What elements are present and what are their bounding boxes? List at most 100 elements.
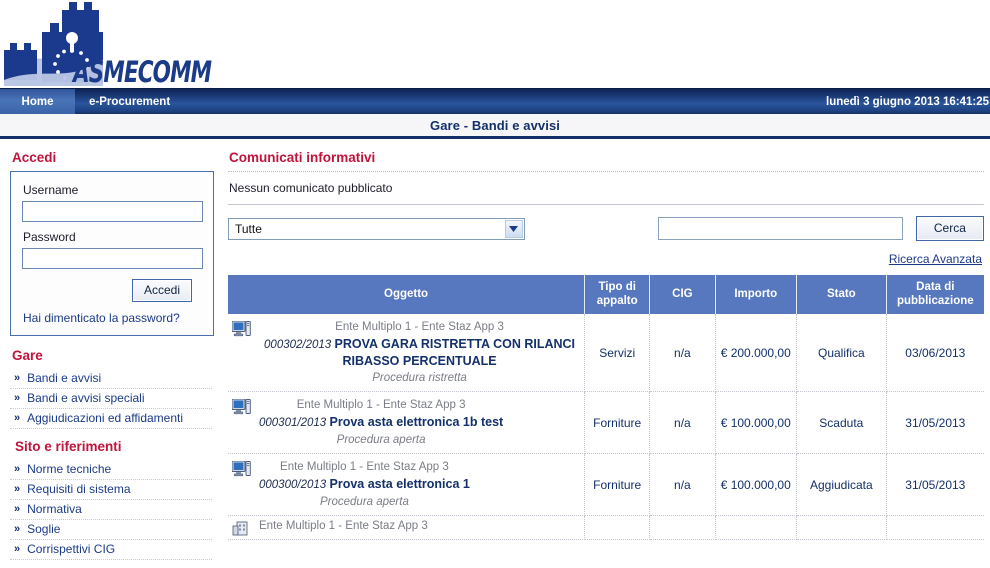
cell-tipo: Forniture	[584, 453, 651, 517]
page-title: Gare - Bandi e avvisi	[430, 117, 560, 133]
cell-tipo: Forniture	[584, 391, 651, 455]
monitor-tower-icon	[231, 320, 251, 340]
column-header-stato[interactable]: Stato	[796, 275, 887, 314]
nav-tab-eprocurement[interactable]: e-Procurement	[75, 89, 184, 114]
building-icon	[232, 520, 251, 539]
advanced-search-row: Ricerca Avanzata	[228, 252, 984, 266]
divider-solid	[228, 204, 984, 205]
sidebar-item-label: Bandi e avvisi speciali	[27, 391, 145, 405]
cell-cig: n/a	[649, 453, 716, 517]
chevron-right-icon: »	[14, 392, 21, 404]
sidebar: Accedi Username Password Accedi Hai dime…	[0, 139, 222, 564]
asmecomm-logo[interactable]: ASMECOMM	[4, 2, 212, 89]
row-title[interactable]: Prova asta elettronica 1b test	[330, 415, 504, 429]
table-row[interactable]: Ente Multiplo 1 - Ente Staz App 3 000301…	[228, 391, 984, 455]
cell-stato: Scaduta	[796, 391, 887, 455]
column-header-oggetto[interactable]: Oggetto	[228, 275, 586, 314]
sidebar-item-label: Aggiudicazioni ed affidamenti	[27, 411, 184, 425]
chevron-right-icon: »	[14, 463, 21, 475]
sidebar-item-label: Norme tecniche	[27, 462, 112, 476]
row-ente: Ente Multiplo 1 - Ente Staz App 3	[296, 399, 466, 412]
cell-oggetto[interactable]: Ente Multiplo 1 - Ente Staz App 3 000300…	[228, 453, 586, 517]
sidebar-item-bandi-e-avvisi-speciali[interactable]: » Bandi e avvisi speciali	[10, 389, 212, 409]
chevron-right-icon: »	[14, 523, 21, 535]
filter-select[interactable]: Tutte	[228, 217, 525, 240]
table-row[interactable]: Ente Multiplo 1 - Ente Staz App 3	[228, 515, 984, 541]
forgot-password-link[interactable]: Hai dimenticato la password?	[23, 311, 202, 325]
chevron-right-icon: »	[14, 503, 21, 515]
column-header-data-di-pubblicazione[interactable]: Data di pubblicazione	[886, 275, 984, 314]
search-input[interactable]	[657, 217, 903, 240]
advanced-search-link[interactable]: Ricerca Avanzata	[889, 252, 982, 266]
sidebar-item-aggiudicazioni-ed-affidamenti[interactable]: » Aggiudicazioni ed affidamenti	[10, 409, 212, 429]
cell-data: 31/05/2013	[886, 453, 984, 517]
cell-tipo	[584, 515, 651, 541]
divider-dotted	[228, 171, 984, 172]
sidebar-item-norme-tecniche[interactable]: » Norme tecniche	[10, 460, 212, 480]
cell-oggetto[interactable]: Ente Multiplo 1 - Ente Staz App 3 000302…	[228, 313, 586, 393]
cell-importo: € 100.000,00	[715, 453, 797, 517]
login-submit-button[interactable]: Accedi	[131, 279, 192, 302]
sidebar-item-requisiti-di-sistema[interactable]: » Requisiti di sistema	[10, 480, 212, 500]
row-title[interactable]: Prova asta elettronica 1	[330, 477, 470, 491]
row-ente: Ente Multiplo 1 - Ente Staz App 3	[259, 520, 428, 533]
sidebar-item-corrispettivi-cig[interactable]: » Corrispettivi CIG	[10, 540, 212, 560]
cell-oggetto[interactable]: Ente Multiplo 1 - Ente Staz App 3 000301…	[228, 391, 586, 455]
sidebar-item-soglie[interactable]: » Soglie	[10, 520, 212, 540]
nav-datetime: lunedì 3 giugno 2013 16:41:25	[826, 95, 989, 108]
column-header-cig[interactable]: CIG	[649, 275, 716, 314]
page-title-bar: Gare - Bandi e avvisi	[0, 114, 990, 139]
table-row[interactable]: Ente Multiplo 1 - Ente Staz App 3 000300…	[228, 453, 984, 517]
cell-importo: € 100.000,00	[715, 391, 797, 455]
row-title[interactable]: PROVA GARA RISTRETTA CON RILANCI RIBASSO…	[335, 337, 576, 368]
cell-oggetto[interactable]: Ente Multiplo 1 - Ente Staz App 3	[228, 515, 586, 541]
nav-tab-home[interactable]: Home	[0, 89, 75, 114]
sidebar-item-bandi-e-avvisi[interactable]: » Bandi e avvisi	[10, 369, 212, 389]
sidebar-item-label: Normativa	[27, 502, 82, 516]
row-code: 000301/2013	[259, 417, 327, 430]
table-header-row: Oggetto Tipo di appalto CIG Importo Stat…	[228, 275, 984, 314]
search-button[interactable]: Cerca	[915, 216, 984, 241]
column-header-importo[interactable]: Importo	[715, 275, 797, 314]
row-ente: Ente Multiplo 1 - Ente Staz App 3	[280, 461, 449, 474]
sidebar-item-label: Corrispettivi CIG	[27, 542, 116, 556]
tenders-table: Oggetto Tipo di appalto CIG Importo Stat…	[228, 275, 984, 541]
chevron-right-icon: »	[14, 483, 21, 495]
main-content: Comunicati informativi Nessun comunicato…	[222, 139, 990, 564]
comunicati-empty-message: Nessun comunicato pubblicato	[229, 181, 393, 195]
username-input[interactable]	[22, 201, 203, 222]
cell-importo	[715, 515, 797, 541]
cell-stato	[796, 515, 887, 541]
sidebar-item-label: Bandi e avvisi	[27, 371, 102, 385]
login-button-row: Accedi	[22, 279, 202, 302]
password-input[interactable]	[22, 248, 203, 269]
column-header-tipo-di-appalto[interactable]: Tipo di appalto	[584, 275, 651, 314]
cell-importo: € 200.000,00	[715, 313, 797, 393]
cell-data	[886, 515, 984, 541]
sidebar-item-normativa[interactable]: » Normativa	[10, 500, 212, 520]
brand-wordmark: ASMECOMM	[73, 55, 212, 90]
cell-tipo: Servizi	[584, 313, 651, 393]
username-label: Username	[23, 183, 79, 197]
cell-cig	[649, 515, 716, 541]
comunicati-heading: Comunicati informativi	[229, 150, 376, 165]
chevron-right-icon: »	[14, 543, 21, 555]
row-procedura: Procedura aperta	[319, 496, 409, 509]
sidebar-section-heading-sito: Sito e riferimenti	[15, 439, 122, 454]
cell-cig: n/a	[649, 313, 716, 393]
search-toolbar: Tutte Cerca	[228, 216, 984, 241]
chevron-right-icon: »	[14, 412, 21, 424]
cell-cig: n/a	[649, 391, 716, 455]
sidebar-item-label: Requisiti di sistema	[27, 482, 131, 496]
row-code: 000302/2013	[264, 338, 332, 351]
cell-data: 31/05/2013	[886, 391, 984, 455]
sidebar-section-heading-gare: Gare	[12, 348, 43, 363]
sidebar-item-label: Soglie	[27, 522, 61, 536]
body-area: Accedi Username Password Accedi Hai dime…	[0, 139, 990, 564]
chevron-right-icon: »	[14, 372, 21, 384]
chevron-down-icon[interactable]	[504, 219, 523, 238]
cell-stato: Aggiudicata	[796, 453, 887, 517]
row-procedura: Procedura aperta	[336, 434, 426, 447]
monitor-tower-icon	[231, 398, 251, 418]
table-row[interactable]: Ente Multiplo 1 - Ente Staz App 3 000302…	[228, 313, 984, 393]
